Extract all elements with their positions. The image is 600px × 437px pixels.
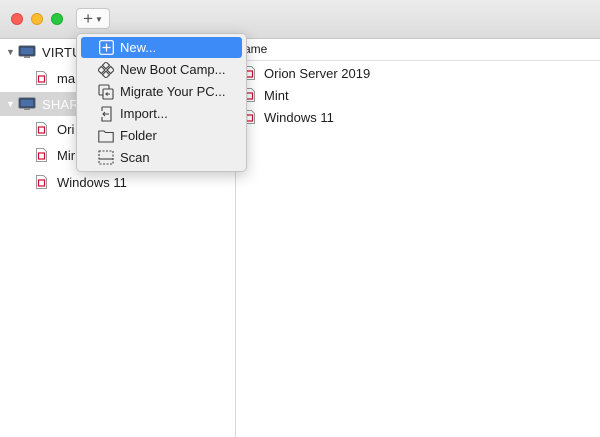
import-icon <box>97 105 115 122</box>
list-item[interactable]: Windows 11 <box>244 106 334 128</box>
list-item-label: Mint <box>264 87 289 103</box>
plus-icon: + <box>83 8 93 28</box>
monitor-icon <box>18 45 36 58</box>
close-window-button[interactable] <box>11 13 23 25</box>
zoom-window-button[interactable] <box>51 13 63 25</box>
menu-item-label: New... <box>120 40 157 55</box>
list-item[interactable]: Mint <box>244 84 289 106</box>
menu-item-import[interactable]: Import... <box>81 103 242 124</box>
sidebar-item-label: ma <box>57 70 76 86</box>
add-menu-button[interactable]: + ▼ <box>76 8 110 29</box>
vm-document-icon <box>36 122 47 136</box>
add-dropdown-menu: New... New Boot Camp... Migrate Your PC.… <box>76 33 247 172</box>
sidebar-item-vm[interactable]: ma <box>36 67 75 89</box>
sidebar-item-label: Mir <box>57 147 76 163</box>
sidebar-item-label: Ori <box>57 121 75 137</box>
list-item[interactable]: Orion Server 2019 <box>244 62 370 84</box>
vm-list-pane: ame Orion Server 2019 Mint Windows 11 <box>236 39 600 437</box>
column-header-label: ame <box>244 42 268 56</box>
menu-item-label: Folder <box>120 128 157 143</box>
menu-item-label: Import... <box>120 106 168 121</box>
sidebar-group-label: SHAR <box>42 96 79 112</box>
menu-item-label: Scan <box>120 150 150 165</box>
sidebar-item-vm[interactable]: Windows 11 <box>36 171 127 193</box>
menu-item-label: New Boot Camp... <box>120 62 226 77</box>
disclosure-triangle-icon[interactable]: ▼ <box>6 47 16 57</box>
list-item-label: Windows 11 <box>264 109 334 125</box>
menu-item-new[interactable]: New... <box>81 37 242 58</box>
vm-document-icon <box>36 175 47 189</box>
menu-item-migrate-your-pc[interactable]: Migrate Your PC... <box>81 81 242 102</box>
sidebar-item-vm[interactable]: Mir <box>36 144 75 166</box>
scan-icon <box>97 150 115 166</box>
sidebar-item-vm[interactable]: Ori <box>36 118 74 140</box>
list-item-label: Orion Server 2019 <box>264 65 371 81</box>
minimize-window-button[interactable] <box>31 13 43 25</box>
plus-box-icon <box>97 40 115 56</box>
name-column-header[interactable]: ame <box>236 39 600 61</box>
menu-item-folder[interactable]: Folder <box>81 125 242 146</box>
folder-icon <box>97 128 115 144</box>
chevron-down-icon: ▼ <box>95 15 103 24</box>
menu-item-new-boot-camp[interactable]: New Boot Camp... <box>81 59 242 80</box>
vm-document-icon <box>36 71 47 85</box>
disclosure-triangle-icon[interactable]: ▼ <box>6 99 16 109</box>
monitor-icon <box>18 97 36 110</box>
migrate-icon <box>97 83 115 100</box>
sidebar-item-label: Windows 11 <box>57 174 127 190</box>
vm-document-icon <box>36 148 47 162</box>
bootcamp-icon <box>97 61 115 78</box>
menu-item-label: Migrate Your PC... <box>120 84 226 99</box>
menu-item-scan[interactable]: Scan <box>81 147 242 168</box>
